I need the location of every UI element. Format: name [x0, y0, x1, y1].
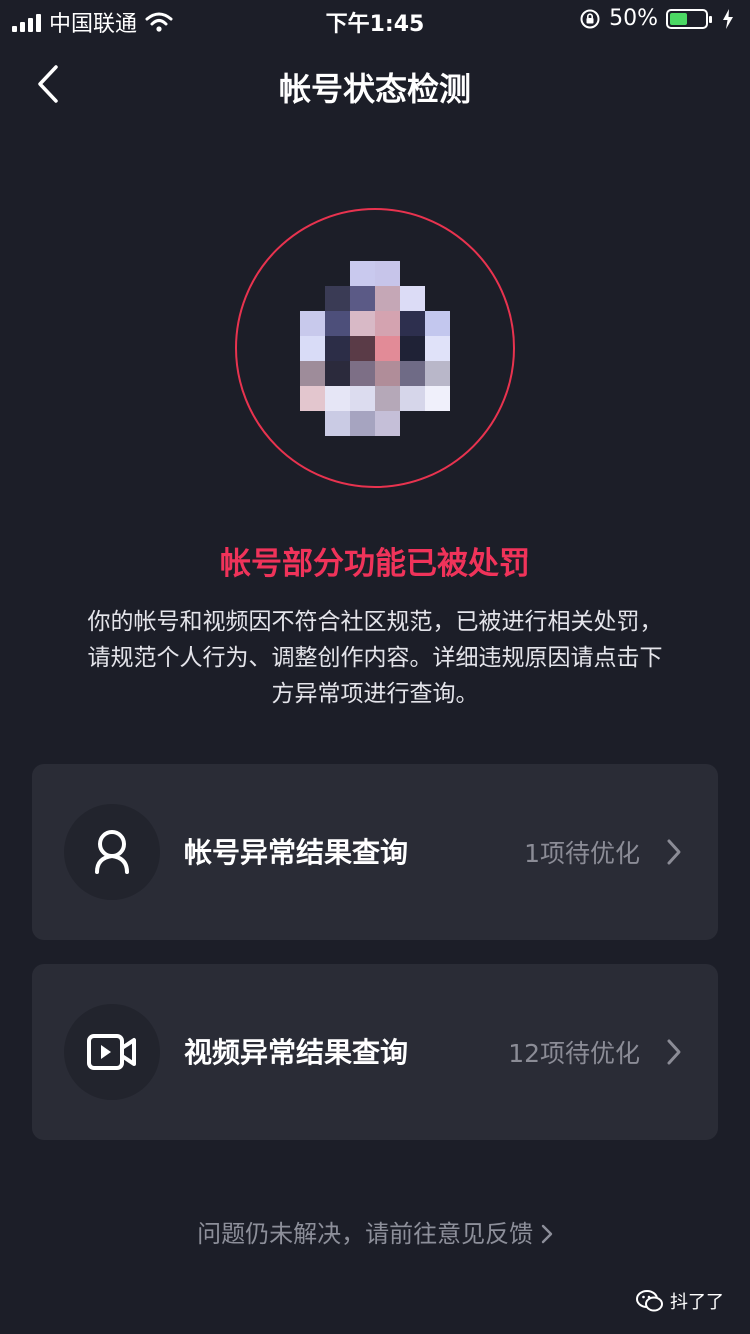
- chevron-right-icon: [667, 839, 681, 865]
- chevron-right-icon: [541, 1224, 553, 1244]
- avatar-pixel: [325, 360, 350, 386]
- status-bar-right: 50%: [579, 6, 734, 31]
- avatar-pixel: [350, 385, 375, 411]
- video-result-count: 12项待优化: [508, 1039, 640, 1068]
- penalty-status-title: 帐号部分功能已被处罚: [220, 546, 530, 582]
- avatar-pixel: [350, 310, 375, 336]
- avatar-pixel: [325, 410, 350, 436]
- avatar-pixel: [400, 310, 425, 336]
- avatar-ring: [235, 208, 515, 488]
- charging-icon: [723, 8, 733, 29]
- avatar-pixel: [350, 260, 375, 286]
- battery-icon: [666, 8, 712, 29]
- chevron-right-icon: [667, 1039, 681, 1065]
- account-icon-container: [64, 804, 160, 900]
- avatar-pixel: [300, 310, 325, 336]
- watermark: 抖了了: [636, 1288, 724, 1314]
- avatar-pixel: [375, 310, 400, 336]
- video-icon-container: [64, 1004, 160, 1100]
- avatar-pixel: [400, 385, 425, 411]
- account-result-count: 1项待优化: [524, 839, 640, 868]
- video-result-card[interactable]: 视频异常结果查询 12项待优化: [32, 964, 718, 1140]
- avatar-pixel: [400, 360, 425, 386]
- avatar-pixel: [375, 410, 400, 436]
- description-line: 你的帐号和视频因不符合社区规范，已被进行相关处罚，: [87, 609, 663, 635]
- avatar-pixel: [325, 310, 350, 336]
- avatar-pixel: [375, 385, 400, 411]
- description-line: 请规范个人行为、调整创作内容。详细违规原因请点击下: [87, 645, 663, 671]
- avatar: [300, 260, 450, 436]
- account-result-label: 帐号异常结果查询: [184, 836, 409, 869]
- avatar-pixel: [350, 410, 375, 436]
- avatar-pixel: [425, 385, 450, 411]
- avatar-pixel: [425, 335, 450, 361]
- avatar-pixel: [325, 335, 350, 361]
- avatar-pixel: [300, 360, 325, 386]
- avatar-pixel: [375, 360, 400, 386]
- avatar-pixel: [350, 335, 375, 361]
- watermark-text: 抖了了: [670, 1292, 724, 1313]
- account-result-card[interactable]: 帐号异常结果查询 1项待优化: [32, 764, 718, 940]
- avatar-pixel: [350, 360, 375, 386]
- avatar-pixel: [400, 335, 425, 361]
- avatar-pixel: [375, 335, 400, 361]
- video-result-label: 视频异常结果查询: [184, 1036, 409, 1069]
- wechat-icon: [636, 1290, 663, 1312]
- description-line: 方异常项进行查询。: [271, 681, 479, 707]
- feedback-link[interactable]: 问题仍未解决，请前往意见反馈: [0, 1214, 750, 1249]
- avatar-pixel: [375, 285, 400, 311]
- avatar-pixel: [300, 335, 325, 361]
- avatar-pixel: [425, 310, 450, 336]
- video-icon: [87, 1034, 136, 1070]
- penalty-description: 你的帐号和视频因不符合社区规范，已被进行相关处罚， 请规范个人行为、调整创作内容…: [40, 604, 710, 712]
- avatar-pixel: [325, 285, 350, 311]
- user-icon: [95, 830, 129, 874]
- nav-bar: 帐号状态检测: [0, 44, 750, 128]
- feedback-link-label: 问题仍未解决，请前往意见反馈: [197, 1220, 534, 1248]
- avatar-pixel: [325, 385, 350, 411]
- battery-percent: 50%: [609, 6, 658, 31]
- status-bar: 中国联通 下午1:45 50%: [0, 0, 750, 40]
- rotation-lock-icon: [580, 9, 600, 28]
- page-title: 帐号状态检测: [278, 70, 471, 108]
- avatar-pixel: [350, 285, 375, 311]
- avatar-pixel: [300, 385, 325, 411]
- avatar-pixel: [375, 260, 400, 286]
- avatar-pixel: [425, 360, 450, 386]
- battery-level: [670, 12, 687, 25]
- avatar-pixel: [400, 285, 425, 311]
